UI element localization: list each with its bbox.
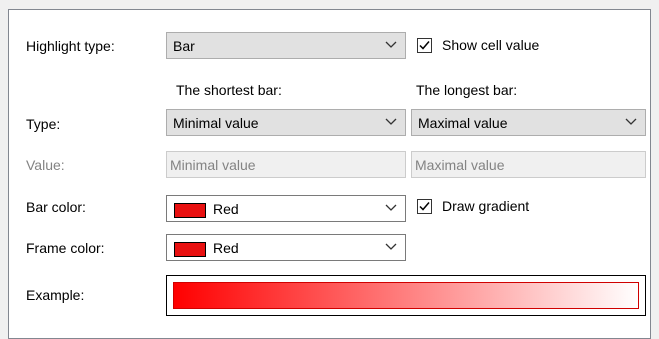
shortest-value-placeholder: Minimal value xyxy=(170,157,256,173)
check-icon xyxy=(419,202,430,211)
shortest-type-dropdown[interactable]: Minimal value xyxy=(166,109,406,136)
frame-color-dropdown[interactable]: Red xyxy=(166,234,406,261)
frame-color-swatch xyxy=(174,242,206,257)
longest-bar-header: The longest bar: xyxy=(416,82,518,98)
bar-color-label: Bar color: xyxy=(26,199,86,215)
longest-value-field: Maximal value xyxy=(411,151,646,178)
value-label: Value: xyxy=(26,157,65,173)
draw-gradient-checkbox[interactable] xyxy=(417,199,432,214)
check-icon xyxy=(419,41,430,50)
chevron-down-icon xyxy=(385,204,397,211)
draw-gradient-label: Draw gradient xyxy=(442,198,530,214)
highlight-type-value: Bar xyxy=(173,38,195,54)
show-cell-value-label: Show cell value xyxy=(442,37,540,53)
bar-color-swatch xyxy=(174,203,206,218)
shortest-type-value: Minimal value xyxy=(173,115,259,131)
type-label: Type: xyxy=(26,116,61,132)
bar-color-dropdown[interactable]: Red xyxy=(166,195,406,222)
example-preview xyxy=(166,275,646,316)
chevron-down-icon xyxy=(385,118,397,125)
bar-color-value: Red xyxy=(213,201,239,217)
chevron-down-icon xyxy=(385,243,397,250)
highlight-type-dropdown[interactable]: Bar xyxy=(166,32,406,59)
longest-type-value: Maximal value xyxy=(418,115,508,131)
longest-type-dropdown[interactable]: Maximal value xyxy=(411,109,646,136)
shortest-bar-header: The shortest bar: xyxy=(176,82,282,98)
frame-color-label: Frame color: xyxy=(26,240,105,256)
highlight-type-label: Highlight type: xyxy=(26,38,115,54)
chevron-down-icon xyxy=(385,41,397,48)
chevron-down-icon xyxy=(625,118,637,125)
example-gradient-bar xyxy=(173,282,639,309)
longest-value-placeholder: Maximal value xyxy=(415,157,505,173)
show-cell-value-checkbox[interactable] xyxy=(417,38,432,53)
shortest-value-field: Minimal value xyxy=(166,151,406,178)
frame-color-value: Red xyxy=(213,240,239,256)
example-label: Example: xyxy=(26,287,85,303)
